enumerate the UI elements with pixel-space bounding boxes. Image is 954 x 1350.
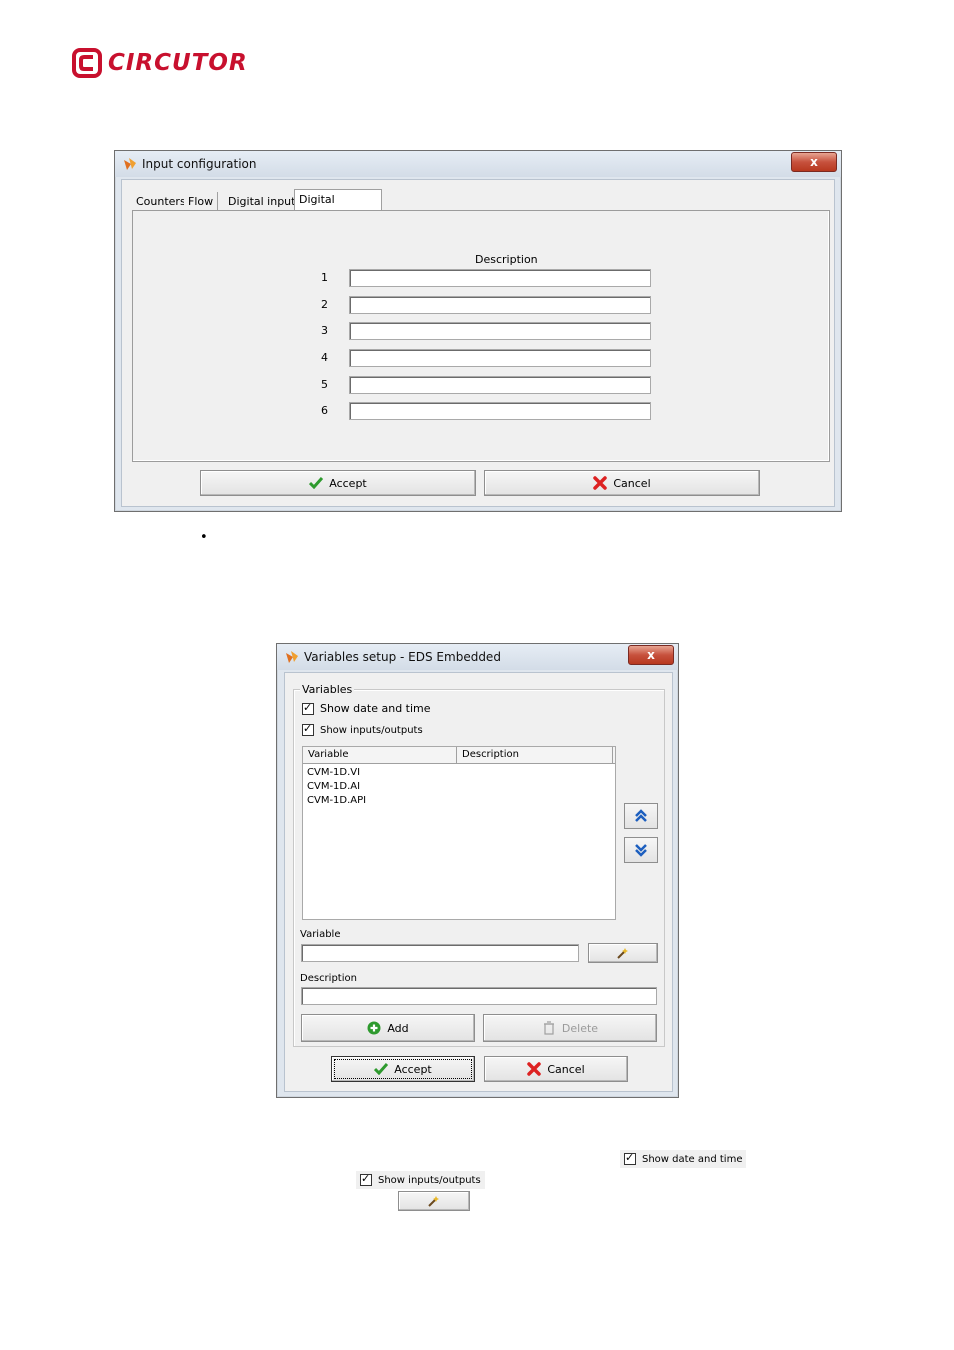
group-label: Variables: [300, 683, 355, 696]
row-label: 3: [321, 324, 328, 337]
input-config-window: Input configuration x Counters Flow Digi…: [114, 150, 842, 512]
variables-list[interactable]: Variable Description CVM-1D.VI CVM-1D.AI…: [302, 746, 616, 920]
double-chevron-up-icon: [635, 809, 647, 822]
tab-digital-outputs[interactable]: Digital outputs: [294, 189, 382, 226]
dialog-body: Variables Show date and time Show inputs…: [284, 672, 673, 1092]
tab-counters[interactable]: Counters: [132, 192, 191, 212]
tab-strip: Counters Flow Digital inputs Digital out…: [132, 189, 382, 226]
circutor-logo: CIRCUTOR: [72, 46, 248, 80]
column-variable[interactable]: Variable: [303, 747, 457, 763]
variables-setup-window: Variables setup - EDS Embedded x Variabl…: [276, 643, 679, 1098]
app-icon: [286, 651, 298, 663]
delete-icon: [543, 1021, 554, 1035]
browse-variable-button[interactable]: [588, 943, 658, 963]
row-label: 1: [321, 271, 328, 284]
window-title: Variables setup - EDS Embedded: [304, 650, 501, 664]
cancel-button[interactable]: Cancel: [484, 470, 760, 496]
list-header: Variable Description: [303, 747, 615, 764]
description-field-1[interactable]: [349, 269, 651, 287]
accept-button[interactable]: Accept: [331, 1056, 475, 1082]
magic-wand-icon: [428, 1196, 439, 1207]
app-icon: [124, 158, 136, 170]
description-field[interactable]: [301, 987, 657, 1005]
inline-show-date-time-checkbox: Show date and time: [620, 1150, 747, 1168]
checkbox-checked-icon: [302, 722, 314, 736]
delete-button[interactable]: Delete: [483, 1014, 657, 1042]
description-field-3[interactable]: [349, 322, 651, 340]
magic-wand-icon: [617, 948, 628, 959]
checkmark-icon: [374, 1063, 389, 1075]
inline-browse-button: [398, 1191, 470, 1211]
show-date-time-checkbox[interactable]: Show date and time: [302, 701, 431, 715]
green-plus-icon: [367, 1021, 381, 1035]
description-field-6[interactable]: [349, 402, 651, 420]
row-label: 5: [321, 378, 328, 391]
logo-text: CIRCUTOR: [108, 50, 248, 76]
description-header: Description: [475, 253, 538, 266]
variable-label: Variable: [300, 929, 341, 940]
checkbox-checked-icon: [360, 1172, 372, 1186]
dialog-body: Counters Flow Digital inputs Digital out…: [121, 179, 835, 507]
tab-flow[interactable]: Flow: [184, 192, 219, 212]
move-up-button[interactable]: [624, 803, 658, 829]
row-label: 4: [321, 351, 328, 364]
double-chevron-down-icon: [635, 844, 647, 857]
title-bar: Variables setup - EDS Embedded x: [277, 644, 678, 670]
column-description[interactable]: Description: [457, 747, 613, 763]
cancel-button[interactable]: Cancel: [484, 1056, 628, 1082]
move-down-button[interactable]: [624, 837, 658, 863]
tab-panel: Description 1 2 3 4 5 6: [132, 210, 830, 462]
bullet: •: [200, 530, 208, 545]
red-x-icon: [593, 476, 608, 490]
close-icon: x: [810, 155, 818, 169]
close-icon: x: [647, 648, 655, 662]
description-field-2[interactable]: [349, 296, 651, 314]
list-item[interactable]: CVM-1D.VI: [307, 767, 360, 778]
description-label: Description: [300, 973, 357, 984]
red-x-icon: [527, 1062, 542, 1076]
checkmark-icon: [309, 477, 324, 489]
variables-group: Variables Show date and time Show inputs…: [293, 683, 665, 1047]
accept-button[interactable]: Accept: [200, 470, 476, 496]
close-button[interactable]: x: [791, 152, 837, 172]
list-item[interactable]: CVM-1D.API: [307, 795, 366, 806]
row-label: 2: [321, 298, 328, 311]
variable-field[interactable]: [301, 944, 579, 962]
list-item[interactable]: CVM-1D.AI: [307, 781, 360, 792]
checkbox-checked-icon: [624, 1151, 636, 1165]
circutor-logo-icon: [72, 48, 102, 78]
row-label: 6: [321, 404, 328, 417]
inline-show-io-checkbox: Show inputs/outputs: [356, 1171, 485, 1189]
description-field-5[interactable]: [349, 376, 651, 394]
add-button[interactable]: Add: [301, 1014, 475, 1042]
title-bar: Input configuration x: [115, 151, 841, 177]
description-field-4[interactable]: [349, 349, 651, 367]
show-io-checkbox[interactable]: Show inputs/outputs: [302, 722, 423, 736]
close-button[interactable]: x: [628, 645, 674, 665]
window-title: Input configuration: [142, 157, 257, 171]
checkbox-checked-icon: [302, 701, 314, 715]
